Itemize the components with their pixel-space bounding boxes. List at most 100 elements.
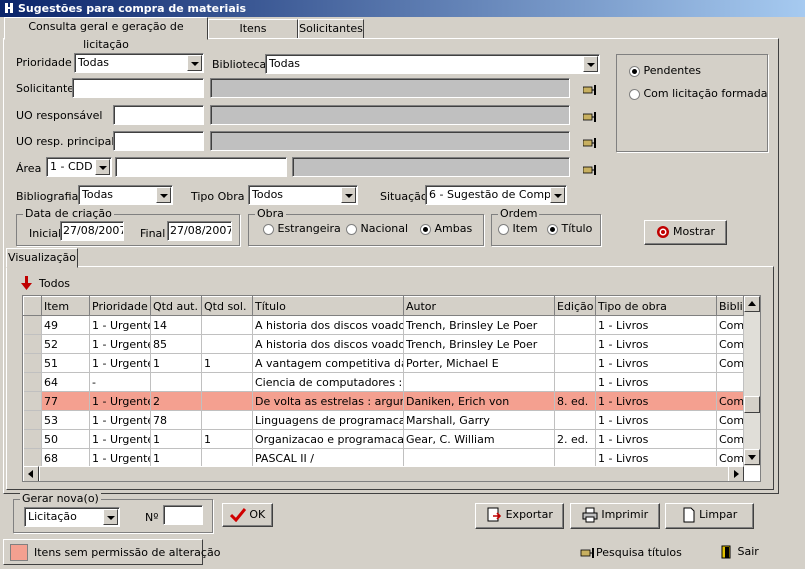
table-cell[interactable]: A historia dos discos voadores -: [252, 315, 404, 335]
table-row[interactable]: 77 1 - Urgente 2 De volta as estrelas : arg…: [23, 391, 744, 411]
table-cell[interactable]: 77: [41, 391, 90, 411]
row-selector[interactable]: [23, 391, 42, 411]
radio-com-licitacao[interactable]: Com licitação formada: [629, 87, 768, 100]
table-cell[interactable]: 1 - Urgente: [89, 448, 151, 468]
row-selector[interactable]: [23, 353, 42, 373]
table-cell[interactable]: 2: [150, 391, 202, 411]
prioridade-select[interactable]: Todas: [74, 53, 204, 73]
exportar-button[interactable]: Exportar: [475, 503, 564, 529]
column-header[interactable]: Qtd sol.: [201, 296, 253, 316]
table-cell[interactable]: [554, 353, 596, 373]
radio-button[interactable]: [420, 223, 431, 235]
vertical-scrollbar[interactable]: [744, 296, 760, 466]
table-cell[interactable]: De volta as estrelas : argumento: [252, 391, 404, 411]
limpar-button[interactable]: Limpar: [665, 503, 754, 529]
table-cell[interactable]: Comp: [716, 429, 744, 449]
table-cell[interactable]: Gear, C. William: [403, 429, 555, 449]
table-cell[interactable]: [201, 372, 253, 392]
table-cell[interactable]: 1 - Livros: [595, 315, 717, 335]
table-cell[interactable]: [201, 315, 253, 335]
table-row[interactable]: 49 1 - Urgente 14 A historia dos discos voa…: [23, 315, 744, 335]
table-cell[interactable]: 78: [150, 410, 202, 430]
table-cell[interactable]: [201, 448, 253, 468]
table-cell[interactable]: 1 - Livros: [595, 410, 717, 430]
table-cell[interactable]: 8. ed.: [554, 391, 596, 411]
row-selector[interactable]: [23, 410, 42, 430]
area-code-input[interactable]: [115, 157, 287, 177]
table-cell[interactable]: 1 - Urgente: [89, 353, 151, 373]
table-cell[interactable]: Comp: [716, 334, 744, 354]
bibliografia-select[interactable]: Todas: [78, 185, 173, 205]
radio-item[interactable]: Item: [498, 222, 538, 235]
scroll-left-icon[interactable]: [23, 466, 39, 481]
biblioteca-select[interactable]: Todas: [265, 54, 600, 74]
chevron-down-icon[interactable]: [95, 159, 110, 175]
table-row[interactable]: 52 1 - Urgente 85 A historia dos discos voa…: [23, 334, 744, 354]
table-cell[interactable]: Trench, Brinsley Le Poer: [403, 334, 555, 354]
column-header[interactable]: Qtd aut.: [150, 296, 202, 316]
table-cell[interactable]: 68: [41, 448, 90, 468]
chevron-down-icon[interactable]: [156, 187, 171, 203]
tipo-obra-select[interactable]: Todos: [248, 185, 358, 205]
table-cell[interactable]: 49: [41, 315, 90, 335]
column-header[interactable]: Biblio: [716, 296, 744, 316]
table-cell[interactable]: Daniken, Erich von: [403, 391, 555, 411]
table-cell[interactable]: 64: [41, 372, 90, 392]
column-header[interactable]: Item: [41, 296, 90, 316]
chevron-down-icon[interactable]: [103, 509, 118, 525]
table-cell[interactable]: 14: [150, 315, 202, 335]
table-cell[interactable]: PASCAL II /: [252, 448, 404, 468]
column-header[interactable]: Prioridade: [89, 296, 151, 316]
table-cell[interactable]: 1 - Livros: [595, 429, 717, 449]
table-cell[interactable]: 1 - Livros: [595, 372, 717, 392]
pesquisa-titulos-link[interactable]: Pesquisa títulos: [580, 546, 682, 559]
table-row[interactable]: 511 - Urgente11A vantagem competitiva da…: [23, 353, 744, 373]
imprimir-button[interactable]: Imprimir: [570, 503, 660, 529]
radio-titulo[interactable]: Título: [547, 222, 592, 235]
table-row[interactable]: 64- Ciencia de computadores : 1. cu 1 - Li…: [23, 372, 744, 392]
data-inicial-input[interactable]: 27/08/2007: [60, 221, 124, 241]
table-row[interactable]: 531 - Urgente78 Linguagens de programacao…: [23, 410, 744, 430]
table-cell[interactable]: A vantagem competitiva das na: [252, 353, 404, 373]
radio-button[interactable]: [547, 223, 558, 235]
mostrar-button[interactable]: Mostrar: [644, 220, 727, 245]
tab-itens[interactable]: Itens: [208, 19, 298, 39]
data-final-input[interactable]: 27/08/2007: [167, 221, 232, 241]
tab-consulta-geral[interactable]: Consulta geral e geração de licitação: [4, 17, 208, 51]
table-cell[interactable]: Porter, Michael E: [403, 353, 555, 373]
table-cell[interactable]: Ciencia de computadores : 1. cu: [252, 372, 404, 392]
table-cell[interactable]: [201, 391, 253, 411]
table-cell[interactable]: 1: [201, 429, 253, 449]
table-cell[interactable]: [554, 410, 596, 430]
radio-estrangeira[interactable]: Estrangeira: [263, 222, 341, 235]
column-header[interactable]: Autor: [403, 296, 555, 316]
row-selector[interactable]: [23, 334, 42, 354]
table-cell[interactable]: 51: [41, 353, 90, 373]
table-cell[interactable]: 50: [41, 429, 90, 449]
table-cell[interactable]: Comp: [716, 353, 744, 373]
solicitante-input[interactable]: [72, 78, 204, 98]
table-cell[interactable]: [403, 372, 555, 392]
row-selector[interactable]: [23, 448, 42, 468]
radio-button[interactable]: [629, 88, 640, 100]
table-cell[interactable]: Comp: [716, 448, 744, 468]
tab-solicitantes[interactable]: Solicitantes: [298, 19, 364, 39]
radio-button[interactable]: [498, 223, 509, 235]
table-cell[interactable]: 52: [41, 334, 90, 354]
lookup-icon[interactable]: [583, 164, 597, 176]
table-cell[interactable]: 1 - Livros: [595, 391, 717, 411]
radio-pendentes[interactable]: Pendentes: [629, 64, 701, 77]
chevron-down-icon[interactable]: [550, 187, 565, 203]
table-cell[interactable]: 1 - Urgente: [89, 315, 151, 335]
uo-resp-principal-input[interactable]: [113, 131, 204, 151]
lookup-icon[interactable]: [583, 111, 597, 123]
table-cell[interactable]: [554, 334, 596, 354]
table-cell[interactable]: [150, 372, 202, 392]
row-selector[interactable]: [23, 315, 42, 335]
scroll-down-icon[interactable]: [744, 449, 760, 465]
table-cell[interactable]: 1 - Livros: [595, 448, 717, 468]
table-cell[interactable]: 1 - Urgente: [89, 410, 151, 430]
lookup-icon[interactable]: [583, 84, 597, 96]
table-cell[interactable]: Comp: [716, 391, 744, 411]
situacao-select[interactable]: 6 - Sugestão de Compra: [425, 185, 567, 205]
